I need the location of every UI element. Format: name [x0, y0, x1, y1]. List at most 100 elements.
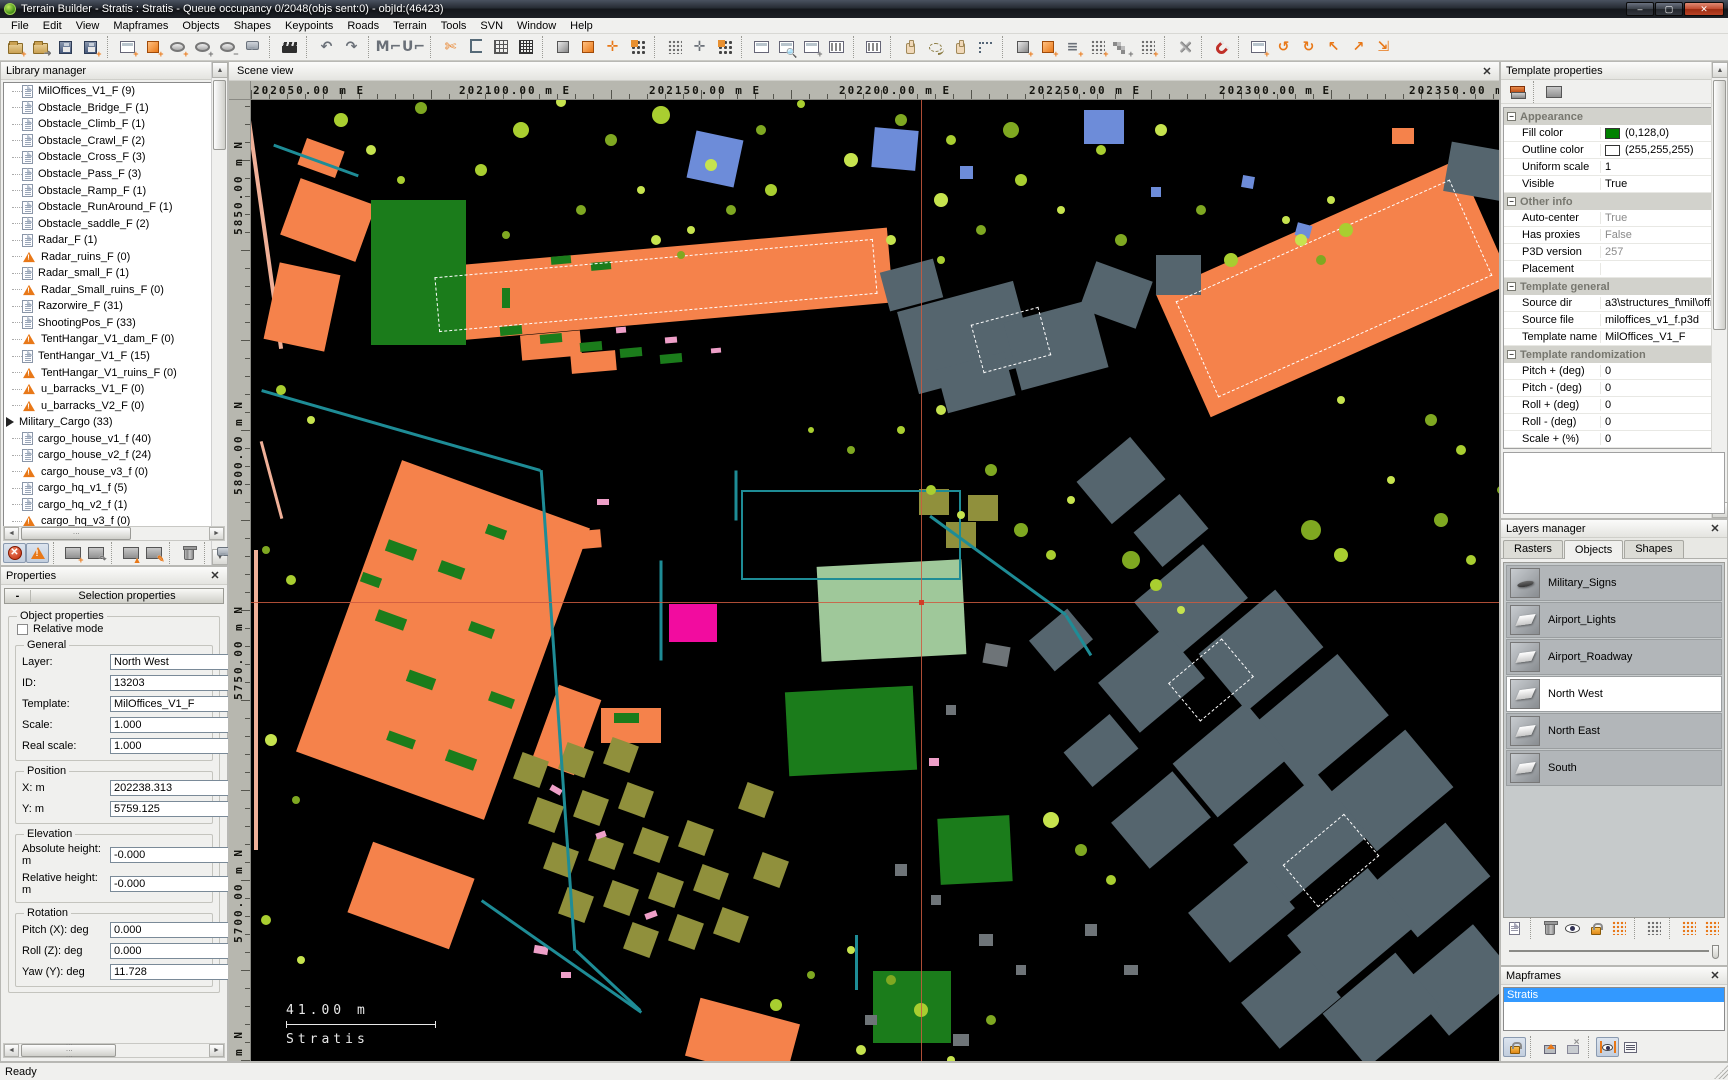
layer-move-1[interactable]	[1677, 918, 1700, 938]
map-object[interactable]	[678, 820, 714, 856]
library-item[interactable]: Radar_ruins_F (0)	[4, 248, 224, 265]
map-object[interactable]	[1084, 110, 1124, 144]
map-object[interactable]	[558, 887, 594, 923]
library-item[interactable]: Obstacle_saddle_F (2)	[4, 215, 224, 232]
map-tree[interactable]	[934, 193, 948, 207]
library-vscrollbar[interactable]: ▲ ▼	[211, 62, 227, 565]
blocks-orange[interactable]	[712, 36, 737, 59]
menu-view[interactable]: View	[69, 19, 107, 33]
ui-mode[interactable]: U⌐	[401, 36, 426, 59]
scroll-up-icon[interactable]: ▲	[1712, 62, 1728, 78]
library-item[interactable]: cargo_hq_v1_f (5)	[4, 480, 224, 497]
redo[interactable]: ↷	[339, 36, 364, 59]
frame-new[interactable]	[749, 36, 774, 59]
scroll-right-icon[interactable]: ►	[209, 1044, 224, 1057]
map-tree[interactable]	[947, 1056, 955, 1061]
map-tree[interactable]	[1327, 196, 1335, 204]
library-item[interactable]: cargo_house_v1_f (40)	[4, 430, 224, 447]
map-tree[interactable]	[895, 114, 907, 126]
map-tree[interactable]	[334, 113, 348, 127]
select-mapframe[interactable]: +	[115, 36, 140, 59]
map-tree[interactable]	[1466, 555, 1476, 565]
map-object[interactable]	[573, 790, 609, 826]
map-object[interactable]	[347, 841, 474, 948]
map-object[interactable]	[588, 834, 624, 870]
library-item[interactable]: u_barracks_V1_F (0)	[4, 381, 224, 398]
select-area[interactable]: +	[165, 36, 190, 59]
map-object[interactable]	[259, 441, 283, 519]
map-object[interactable]	[549, 784, 562, 795]
map-object[interactable]	[623, 922, 659, 958]
map-object[interactable]	[616, 327, 626, 334]
map-tree[interactable]	[1295, 234, 1307, 246]
map-object[interactable]	[895, 864, 907, 876]
library-hscrollbar[interactable]: ◄ ►	[3, 526, 225, 541]
map-object[interactable]	[543, 842, 579, 878]
map-tree[interactable]	[1043, 812, 1059, 828]
map-object[interactable]	[561, 972, 571, 978]
map-object[interactable]	[873, 971, 951, 1043]
template-book-icon[interactable]	[1541, 80, 1566, 103]
collapse-button[interactable]: -	[5, 590, 31, 602]
map-tree[interactable]	[652, 106, 670, 124]
map-object[interactable]	[560, 529, 601, 550]
map-tree[interactable]	[605, 134, 617, 146]
library-item[interactable]: TentHangar_V1_dam_F (0)	[4, 331, 224, 348]
library-item[interactable]: Obstacle_Pass_F (3)	[4, 166, 224, 183]
map-tree[interactable]	[1057, 206, 1065, 214]
map-tree[interactable]	[847, 446, 855, 454]
map-object[interactable]	[254, 550, 258, 850]
map-tree[interactable]	[797, 100, 805, 108]
map-object[interactable]	[648, 872, 684, 908]
map-object[interactable]	[960, 166, 973, 179]
map-object[interactable]	[633, 827, 669, 863]
map-tree[interactable]	[1425, 414, 1437, 426]
grid-orange-dots[interactable]	[625, 36, 650, 59]
save-as[interactable]: +	[78, 36, 103, 59]
map-object[interactable]	[1241, 175, 1255, 189]
library-item[interactable]: TentHangar_V1_F (15)	[4, 348, 224, 365]
map-tree[interactable]	[808, 427, 814, 433]
map-tree[interactable]	[262, 546, 270, 554]
scroll-right-icon[interactable]: ►	[209, 527, 224, 540]
map-object[interactable]	[618, 782, 654, 818]
slider-handle[interactable]	[1712, 945, 1719, 959]
map-object[interactable]	[603, 880, 639, 916]
dots-cross[interactable]: ✛	[687, 36, 712, 59]
library-item[interactable]: Radar_Small_ruins_F (0)	[4, 282, 224, 299]
library-item[interactable]: Obstacle_Bridge_F (1)	[4, 100, 224, 117]
map-tree[interactable]	[986, 1015, 996, 1025]
library-item[interactable]: Obstacle_Climb_F (1)	[4, 116, 224, 133]
add-box[interactable]: +	[1010, 36, 1035, 59]
grid-group-other-info[interactable]: −Other info	[1504, 193, 1724, 210]
map-tree[interactable]	[926, 485, 936, 495]
transform-x[interactable]: ↖	[1321, 36, 1346, 59]
map-object[interactable]	[264, 262, 341, 351]
layer-select-all[interactable]	[1607, 918, 1630, 938]
tab-rasters[interactable]: Rasters	[1503, 540, 1563, 558]
map-object[interactable]	[1124, 965, 1138, 975]
map-tree[interactable]	[1456, 445, 1466, 455]
map-tree[interactable]	[1096, 145, 1106, 155]
frame-copy[interactable]: +	[799, 36, 824, 59]
grid-row[interactable]: Pitch + (deg)0	[1504, 363, 1724, 380]
grid-row[interactable]: Uniform scale1	[1504, 159, 1724, 176]
pointer-finger[interactable]	[898, 36, 923, 59]
menu-help[interactable]: Help	[563, 19, 600, 33]
open-project[interactable]: ➜	[28, 36, 53, 59]
scroll-left-icon[interactable]: ◄	[4, 1044, 19, 1057]
map-object[interactable]	[665, 336, 677, 343]
menu-tools[interactable]: Tools	[434, 19, 474, 33]
map-tree[interactable]	[1155, 124, 1167, 136]
grid-fine[interactable]	[513, 36, 538, 59]
layers-close-icon[interactable]: ✕	[1708, 522, 1722, 535]
map-tree[interactable]	[936, 405, 946, 415]
grid-group-appearance[interactable]: −Appearance	[1504, 108, 1724, 125]
library-item[interactable]: cargo_house_v3_f (0)	[4, 464, 224, 481]
layer-move-3[interactable]	[1723, 918, 1728, 938]
map-tree[interactable]	[556, 100, 566, 107]
map-object[interactable]	[953, 1034, 969, 1046]
grid-row[interactable]: Source filemiloffices_v1_f.p3d	[1504, 312, 1724, 329]
library-item[interactable]: ShootingPos_F (33)	[4, 315, 224, 332]
grid-row[interactable]: Source dira3\structures_f\mil\offi	[1504, 295, 1724, 312]
